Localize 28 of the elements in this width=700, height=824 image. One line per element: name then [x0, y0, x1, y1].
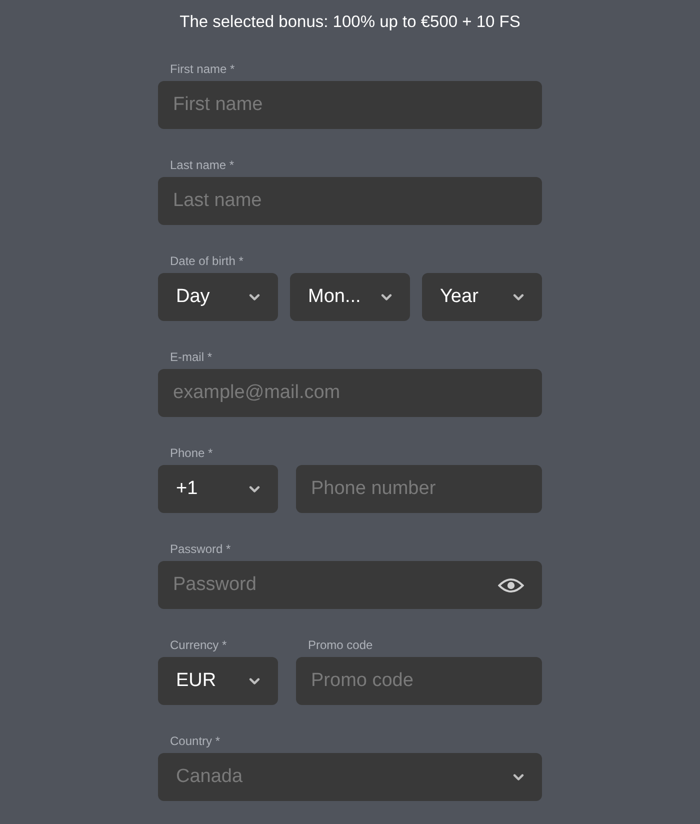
input-field[interactable]: First name	[158, 81, 542, 129]
field-label: Currency *	[169, 637, 227, 653]
chevron-down-icon	[513, 294, 524, 300]
eye-icon[interactable]	[498, 576, 524, 594]
input-field[interactable]: Phone number	[296, 465, 542, 513]
field-label: Country *	[169, 733, 220, 749]
bonus-title: The selected bonus: 100% up to €500 + 10 FS	[178, 12, 522, 33]
input-field[interactable]: Last name	[158, 177, 542, 225]
field-label: Password *	[169, 541, 231, 557]
chevron-down-icon	[249, 678, 260, 684]
password-field[interactable]: Password	[158, 561, 542, 609]
chevron-down-icon	[249, 294, 260, 300]
field-label: E-mail *	[169, 349, 212, 365]
field-label: Last name *	[169, 157, 234, 173]
field-label: Promo code	[307, 637, 373, 653]
field-label: First name *	[169, 61, 235, 77]
dropdown[interactable]: Mon...	[290, 273, 410, 321]
dropdown[interactable]: EUR	[158, 657, 278, 705]
chevron-down-icon	[249, 486, 260, 492]
input-field[interactable]: example@mail.com	[158, 369, 542, 417]
field-label: Phone *	[169, 445, 213, 461]
dropdown[interactable]: Day	[158, 273, 278, 321]
chevron-down-icon	[381, 294, 392, 300]
dropdown[interactable]: Year	[422, 273, 542, 321]
field-label: Date of birth *	[169, 253, 244, 269]
chevron-down-icon	[513, 774, 524, 780]
input-field[interactable]: Promo code	[296, 657, 542, 705]
dropdown[interactable]: +1	[158, 465, 278, 513]
